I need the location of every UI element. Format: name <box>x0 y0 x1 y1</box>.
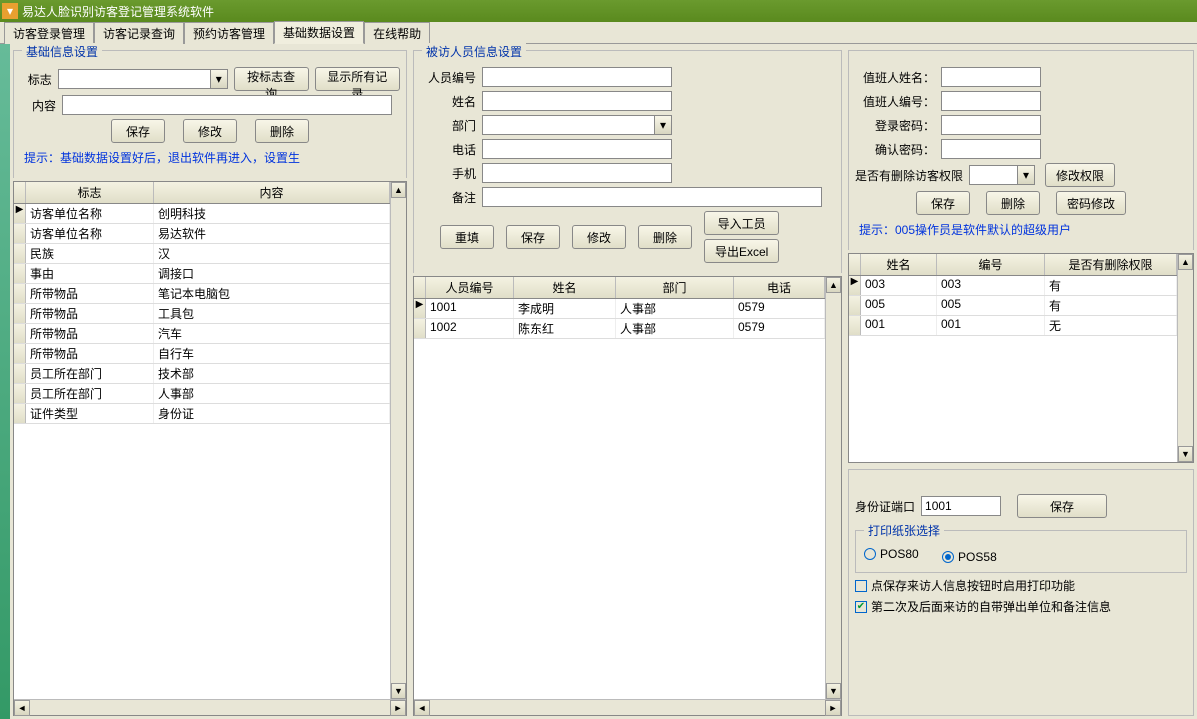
port-label: 身份证端口 <box>855 498 915 515</box>
mark-label: 标志 <box>20 71 52 88</box>
table-row[interactable]: 员工所在部门人事部 <box>14 384 390 404</box>
table-row[interactable]: 证件类型身份证 <box>14 404 390 424</box>
tab-help[interactable]: 在线帮助 <box>364 22 430 44</box>
table-row[interactable]: 员工所在部门技术部 <box>14 364 390 384</box>
person-id-input[interactable] <box>482 67 672 87</box>
mid-grid-hscroll[interactable]: ◄ ► <box>414 699 841 715</box>
content-input[interactable] <box>62 95 392 115</box>
mid-save-button[interactable]: 保存 <box>506 225 560 249</box>
right-grid-vscroll[interactable]: ▲ ▼ <box>1177 254 1193 462</box>
pwd-edit-button[interactable]: 密码修改 <box>1056 191 1126 215</box>
scroll-up-icon[interactable]: ▲ <box>391 182 406 198</box>
dept-combo[interactable]: ▾ <box>482 115 672 135</box>
left-grid-vscroll[interactable]: ▲ ▼ <box>390 182 406 699</box>
table-row[interactable]: 005005有 <box>849 296 1177 316</box>
note-input[interactable] <box>482 187 822 207</box>
person-name-input[interactable] <box>482 91 672 111</box>
mobile-input[interactable] <box>482 163 672 183</box>
table-row[interactable]: 所带物品自行车 <box>14 344 390 364</box>
mid-grid-vscroll[interactable]: ▲ ▼ <box>825 277 841 699</box>
chevron-down-icon[interactable]: ▾ <box>210 69 228 89</box>
paper-fieldset: 打印纸张选择 POS80 POS58 <box>855 522 1187 573</box>
radio-pos58[interactable]: POS58 <box>942 550 997 564</box>
table-row[interactable]: ▶访客单位名称创明科技 <box>14 204 390 224</box>
right-save-button[interactable]: 保存 <box>916 191 970 215</box>
mark-combo[interactable]: ▾ <box>58 69 228 89</box>
table-row[interactable]: ▶1001李成明人事部0579 <box>414 299 825 319</box>
window-title: 易达人脸识别访客登记管理系统软件 <box>22 3 214 20</box>
chk-popup-on-revisit[interactable]: ✔第二次及后面来访的自带弹出单位和备注信息 <box>855 598 1111 615</box>
table-row[interactable]: 所带物品工具包 <box>14 304 390 324</box>
table-row[interactable]: 事由调接口 <box>14 264 390 284</box>
mark-input[interactable] <box>58 69 210 89</box>
tab-visitor-reserve[interactable]: 预约访客管理 <box>184 22 274 44</box>
visited-info-title: 被访人员信息设置 <box>422 43 526 60</box>
content-label: 内容 <box>20 97 56 114</box>
person-grid[interactable]: 人员编号 姓名 部门 电话 ▶1001李成明人事部05791002陈东红人事部0… <box>413 276 842 716</box>
scroll-left-icon[interactable]: ◄ <box>414 700 430 716</box>
left-strip <box>0 44 10 719</box>
query-by-mark-button[interactable]: 按标志查询 <box>234 67 309 91</box>
duty-name-input[interactable] <box>941 67 1041 87</box>
tab-base-data[interactable]: 基础数据设置 <box>274 21 364 44</box>
idcard-port-input[interactable] <box>921 496 1001 516</box>
table-row[interactable]: 所带物品汽车 <box>14 324 390 344</box>
export-excel-button[interactable]: 导出Excel <box>704 239 779 263</box>
scroll-down-icon[interactable]: ▼ <box>826 683 841 699</box>
main-tabbar: 访客登录管理 访客记录查询 预约访客管理 基础数据设置 在线帮助 <box>0 22 1197 44</box>
table-row[interactable]: 民族汉 <box>14 244 390 264</box>
mid-edit-button[interactable]: 修改 <box>572 225 626 249</box>
table-row[interactable]: 001001无 <box>849 316 1177 336</box>
mid-reset-button[interactable]: 重填 <box>440 225 494 249</box>
login-pwd-input[interactable] <box>941 115 1041 135</box>
left-grid-hscroll[interactable]: ◄ ► <box>14 699 406 715</box>
show-all-button[interactable]: 显示所有记录 <box>315 67 400 91</box>
radio-pos80[interactable]: POS80 <box>864 547 919 561</box>
perm-combo[interactable]: ▾ <box>969 165 1035 185</box>
mid-delete-button[interactable]: 删除 <box>638 225 692 249</box>
window-titlebar: ▾ 易达人脸识别访客登记管理系统软件 <box>0 0 1197 22</box>
app-icon: ▾ <box>2 3 18 19</box>
duty-id-input[interactable] <box>941 91 1041 111</box>
scroll-up-icon[interactable]: ▲ <box>826 277 841 293</box>
left-save-button[interactable]: 保存 <box>111 119 165 143</box>
left-delete-button[interactable]: 删除 <box>255 119 309 143</box>
operator-grid[interactable]: 姓名 编号 是否有删除权限 ▶003003有005005有001001无 ▲ ▼ <box>848 253 1194 463</box>
tab-visitor-login[interactable]: 访客登录管理 <box>4 22 94 44</box>
scroll-right-icon[interactable]: ► <box>390 700 406 716</box>
base-info-grid[interactable]: 标志 内容 ▶访客单位名称创明科技访客单位名称易达软件民族汉事由调接口所带物品笔… <box>13 181 407 716</box>
right-hint: 提示：005操作员是软件默认的超级用户 <box>859 221 1183 238</box>
perm-input[interactable] <box>969 165 1017 185</box>
port-save-button[interactable]: 保存 <box>1017 494 1107 518</box>
scroll-down-icon[interactable]: ▼ <box>1178 446 1193 462</box>
left-hint: 提示：基础数据设置好后，退出软件再进入，设置生 <box>24 149 396 166</box>
scroll-up-icon[interactable]: ▲ <box>1178 254 1193 270</box>
table-row[interactable]: 访客单位名称易达软件 <box>14 224 390 244</box>
scroll-left-icon[interactable]: ◄ <box>14 700 30 716</box>
scroll-right-icon[interactable]: ► <box>825 700 841 716</box>
import-worker-button[interactable]: 导入工员 <box>704 211 779 235</box>
chevron-down-icon[interactable]: ▾ <box>1017 165 1035 185</box>
tab-visitor-query[interactable]: 访客记录查询 <box>94 22 184 44</box>
edit-perm-button[interactable]: 修改权限 <box>1045 163 1115 187</box>
scroll-down-icon[interactable]: ▼ <box>391 683 406 699</box>
table-row[interactable]: 1002陈东红人事部0579 <box>414 319 825 339</box>
right-delete-button[interactable]: 删除 <box>986 191 1040 215</box>
left-edit-button[interactable]: 修改 <box>183 119 237 143</box>
chevron-down-icon[interactable]: ▾ <box>654 115 672 135</box>
base-info-title: 基础信息设置 <box>22 43 102 60</box>
dept-input[interactable] <box>482 115 654 135</box>
table-row[interactable]: 所带物品笔记本电脑包 <box>14 284 390 304</box>
confirm-pwd-input[interactable] <box>941 139 1041 159</box>
chk-print-on-save[interactable]: 点保存来访人信息按钮时启用打印功能 <box>855 577 1075 594</box>
tel-input[interactable] <box>482 139 672 159</box>
table-row[interactable]: ▶003003有 <box>849 276 1177 296</box>
